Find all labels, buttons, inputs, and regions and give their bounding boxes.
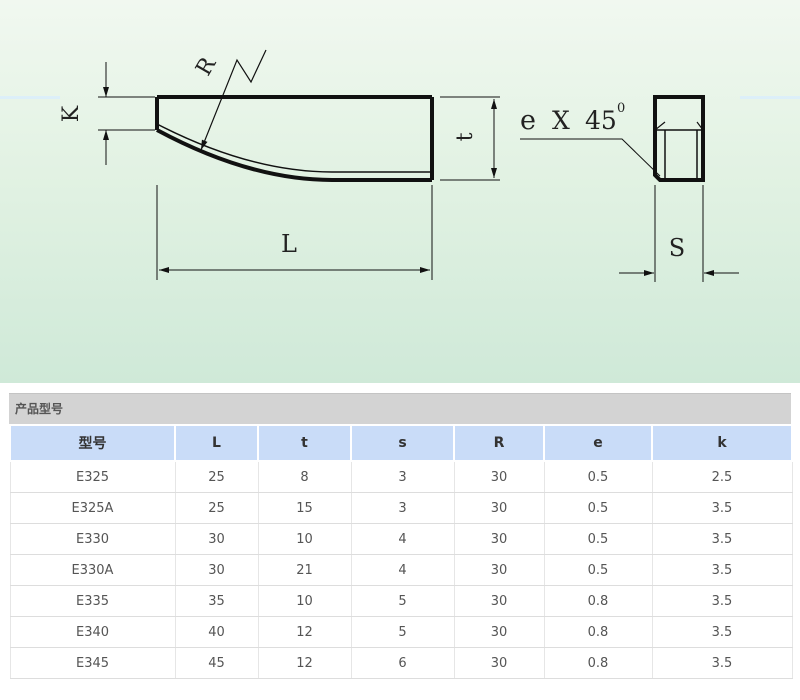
cell-l: 25: [175, 461, 259, 493]
table-row: E335 35 10 5 30 0.8 3.5: [9, 585, 793, 617]
table-header-row: 型号 L t s R e k: [9, 424, 793, 462]
table-row: E325 25 8 3 30 0.5 2.5: [9, 461, 793, 493]
cell-e: 0.8: [544, 647, 653, 679]
cell-k: 3.5: [652, 554, 793, 586]
column-header-model: 型号: [9, 424, 176, 462]
chamfer-e-label: e: [520, 105, 536, 136]
cell-s: 5: [351, 585, 455, 617]
cell-model: E330A: [9, 554, 176, 586]
chamfer-degree-label: 0: [617, 101, 625, 116]
spec-table: 型号 L t s R e k E325 25 8 3 30 0.5 2.5 E3…: [9, 424, 793, 679]
cell-e: 0.8: [544, 616, 653, 648]
cell-t: 12: [258, 616, 352, 648]
cell-r: 30: [454, 492, 545, 524]
table-row: E325A 25 15 3 30 0.5 3.5: [9, 492, 793, 524]
column-header-e: e: [543, 424, 653, 462]
cell-t: 8: [258, 461, 352, 493]
cell-k: 3.5: [652, 616, 793, 648]
cell-r: 30: [454, 461, 545, 493]
cell-k: 3.5: [652, 492, 793, 524]
cell-t: 10: [258, 523, 352, 555]
cell-l: 30: [175, 523, 259, 555]
column-header-t: t: [257, 424, 352, 462]
chamfer-note: e X 45 0: [520, 101, 625, 136]
cell-r: 30: [454, 554, 545, 586]
column-header-k: k: [651, 424, 793, 462]
chamfer-angle-label: 45: [585, 106, 617, 135]
left-highlight: [0, 96, 60, 99]
cell-s: 4: [351, 554, 455, 586]
blade-end-view: [653, 95, 705, 182]
page: K R t L e X 45 0 S 产品型号 型号 L t s R e k E…: [0, 0, 800, 700]
s-label: S: [669, 234, 685, 262]
k-dimension: [98, 62, 155, 165]
cell-s: 3: [351, 461, 455, 493]
chamfer-x-label: X: [552, 106, 570, 135]
cell-e: 0.5: [544, 523, 653, 555]
column-header-l: L: [174, 424, 259, 462]
cell-t: 10: [258, 585, 352, 617]
table-row: E340 40 12 5 30 0.8 3.5: [9, 616, 793, 648]
column-header-s: s: [350, 424, 455, 462]
k-label: K: [59, 105, 84, 122]
cell-k: 3.5: [652, 585, 793, 617]
cell-t: 15: [258, 492, 352, 524]
cell-s: 3: [351, 492, 455, 524]
cell-e: 0.5: [544, 492, 653, 524]
cell-l: 35: [175, 585, 259, 617]
table-row: E345 45 12 6 30 0.8 3.5: [9, 647, 793, 679]
cell-r: 30: [454, 585, 545, 617]
cell-s: 6: [351, 647, 455, 679]
section-title: 产品型号: [9, 393, 791, 424]
technical-drawing-panel: K R t L e X 45 0 S: [0, 0, 800, 383]
cell-model: E330: [9, 523, 176, 555]
cell-model: E325: [9, 461, 176, 493]
cell-model: E345: [9, 647, 176, 679]
cell-l: 30: [175, 554, 259, 586]
cell-e: 0.5: [544, 554, 653, 586]
cell-s: 5: [351, 616, 455, 648]
cell-l: 40: [175, 616, 259, 648]
cell-s: 4: [351, 523, 455, 555]
cell-model: E340: [9, 616, 176, 648]
cell-r: 30: [454, 616, 545, 648]
cell-model: E335: [9, 585, 176, 617]
cell-k: 2.5: [652, 461, 793, 493]
cell-k: 3.5: [652, 523, 793, 555]
cell-t: 12: [258, 647, 352, 679]
technical-drawing: K R t L e X 45 0 S: [0, 49, 800, 282]
cell-e: 0.5: [544, 461, 653, 493]
cell-e: 0.8: [544, 585, 653, 617]
l-label: L: [281, 230, 297, 258]
product-spec-section: 产品型号 型号 L t s R e k E325 25 8 3 30 0.5 2…: [9, 393, 793, 679]
cell-r: 30: [454, 523, 545, 555]
table-row: E330 30 10 4 30 0.5 3.5: [9, 523, 793, 555]
cell-r: 30: [454, 647, 545, 679]
chamfer-leader: [520, 138, 661, 177]
r-label: R: [191, 52, 222, 80]
cell-t: 21: [258, 554, 352, 586]
t-label: t: [453, 132, 478, 141]
blade-side-view: [155, 95, 434, 182]
cell-l: 45: [175, 647, 259, 679]
column-header-r: R: [453, 424, 545, 462]
right-highlight: [740, 96, 800, 99]
cell-model: E325A: [9, 492, 176, 524]
cell-l: 25: [175, 492, 259, 524]
table-row: E330A 30 21 4 30 0.5 3.5: [9, 554, 793, 586]
cell-k: 3.5: [652, 647, 793, 679]
